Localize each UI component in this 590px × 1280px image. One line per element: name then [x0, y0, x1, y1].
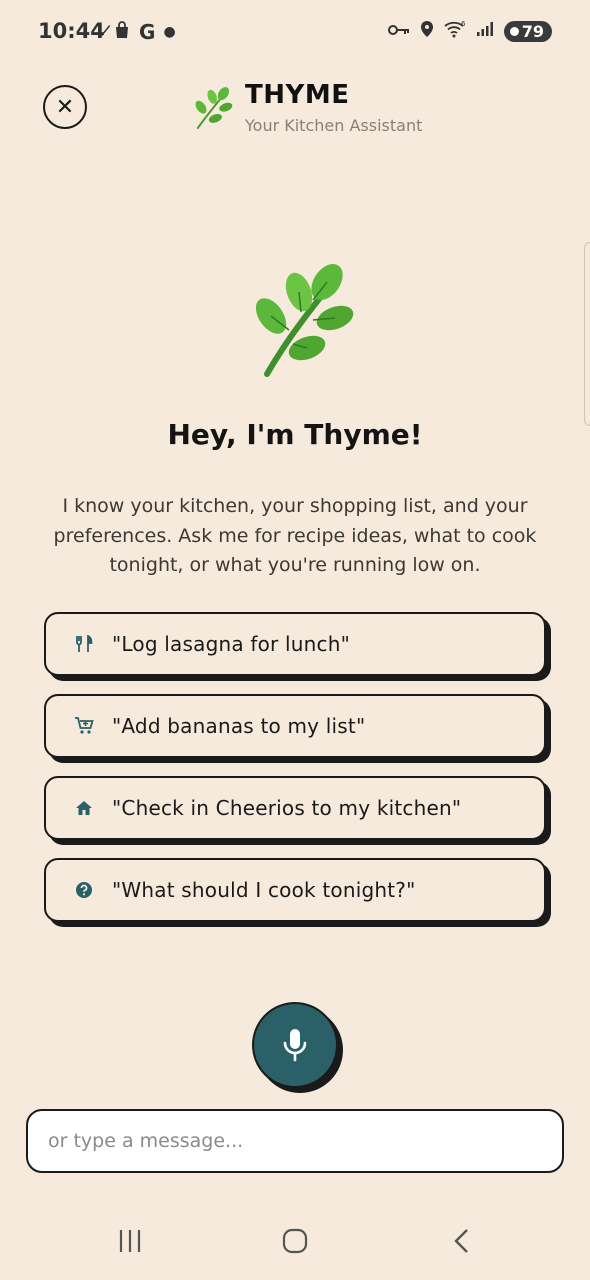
dot-icon: ● — [163, 24, 176, 40]
cart-add-icon — [74, 716, 94, 736]
suggestion-check-in-cheerios[interactable]: "Check in Cheerios to my kitchen" — [44, 776, 546, 840]
signal-icon — [476, 21, 494, 42]
suggestion-add-bananas[interactable]: "Add bananas to my list" — [44, 694, 546, 758]
recent-apps-icon[interactable] — [118, 1228, 142, 1258]
google-icon: G — [139, 20, 156, 44]
status-left-icons: ⁄⁄⁄ G ● — [104, 20, 176, 44]
suggestion-log-lasagna[interactable]: "Log lasagna for lunch" — [44, 612, 546, 676]
battery-icon: 79 — [503, 21, 552, 42]
home-icon — [74, 798, 94, 818]
herb-icon — [195, 86, 233, 129]
help-circle-icon — [74, 880, 94, 900]
wifi-6-icon: 6 — [444, 20, 466, 43]
close-icon: ✕ — [55, 94, 75, 120]
status-right-icons: 6 79 — [387, 20, 552, 43]
svg-text:6: 6 — [461, 20, 466, 28]
suggestion-label: "Add bananas to my list" — [112, 714, 366, 738]
close-button[interactable]: ✕ — [43, 85, 87, 129]
brand-text: THYME Your Kitchen Assistant — [245, 80, 422, 135]
home-button-icon[interactable] — [282, 1228, 308, 1258]
utensils-icon — [74, 634, 94, 654]
message-input[interactable] — [26, 1109, 564, 1173]
app-title: THYME — [245, 80, 350, 110]
suggestion-label: "What should I cook tonight?" — [112, 878, 416, 902]
brand-header: THYME Your Kitchen Assistant — [185, 80, 422, 135]
microphone-button[interactable] — [252, 1002, 338, 1088]
scrollbar[interactable] — [584, 242, 590, 426]
location-icon — [420, 20, 434, 43]
suggestion-label: "Check in Cheerios to my kitchen" — [112, 796, 462, 820]
greeting-title: Hey, I'm Thyme! — [167, 418, 423, 451]
app-subtitle: Your Kitchen Assistant — [245, 116, 423, 135]
system-nav-bar — [0, 1210, 590, 1280]
microphone-icon — [283, 1029, 307, 1062]
status-bar: 10:44 ⁄⁄⁄ G ● 6 79 — [0, 0, 590, 64]
suggestion-what-to-cook[interactable]: "What should I cook tonight?" — [44, 858, 546, 922]
vpn-key-icon — [387, 22, 410, 42]
back-icon[interactable] — [452, 1228, 470, 1258]
suggestion-label: "Log lasagna for lunch" — [112, 632, 350, 656]
battery-level: 79 — [521, 22, 544, 41]
status-time: 10:44 — [38, 19, 105, 43]
shopping-bag-icon — [113, 20, 131, 44]
herb-icon — [255, 263, 354, 377]
greeting-description: I know your kitchen, your shopping list,… — [53, 495, 537, 576]
data-saver-icon: ⁄⁄⁄ — [104, 24, 107, 40]
